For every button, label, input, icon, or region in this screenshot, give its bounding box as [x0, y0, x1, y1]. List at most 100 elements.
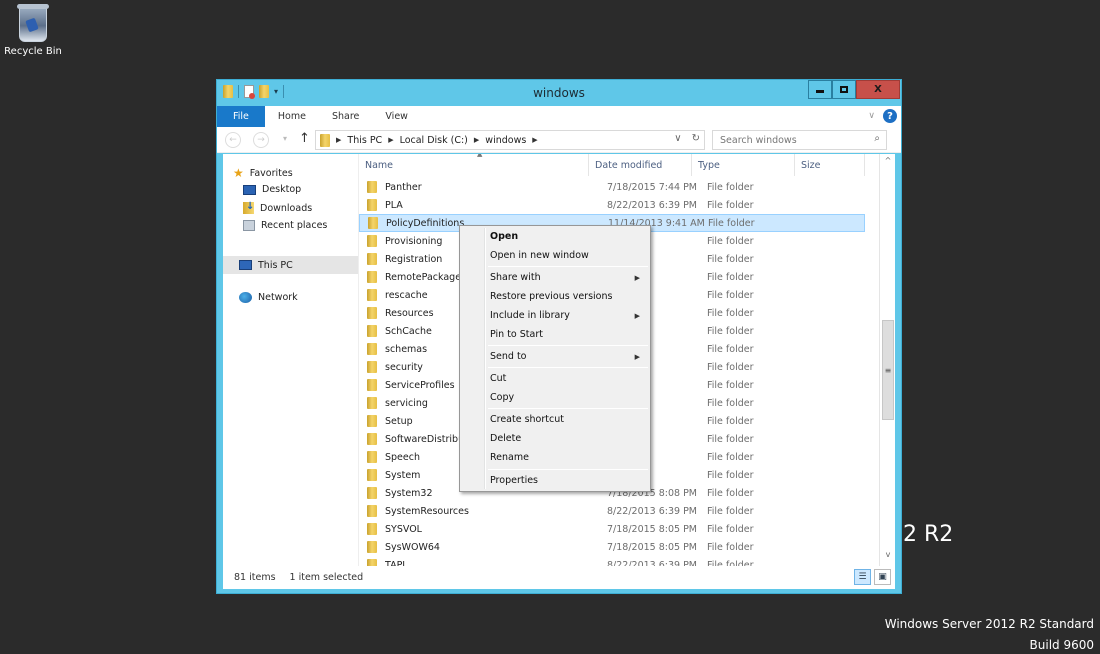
- column-header-type[interactable]: Type: [692, 154, 795, 176]
- back-button[interactable]: ←: [225, 132, 241, 148]
- recycle-bin[interactable]: Recycle Bin: [3, 4, 63, 57]
- folder-icon: [367, 343, 377, 355]
- breadcrumb-this-pc[interactable]: This PC: [347, 135, 382, 146]
- column-header-name[interactable]: ▲ Name: [359, 154, 589, 176]
- menu-item-rename[interactable]: Rename: [490, 448, 646, 467]
- file-type: File folder: [707, 469, 754, 481]
- details-view-button[interactable]: ☰: [854, 569, 871, 585]
- file-type: File folder: [707, 397, 754, 409]
- close-button[interactable]: X: [856, 80, 900, 99]
- search-placeholder[interactable]: Search windows: [720, 135, 797, 146]
- menu-item-pin-to-start[interactable]: Pin to Start: [490, 325, 646, 344]
- column-header-date-modified[interactable]: Date modified: [589, 154, 692, 176]
- details-view-icon: ☰: [858, 572, 867, 582]
- menu-item-properties[interactable]: Properties: [490, 471, 646, 490]
- vertical-scrollbar[interactable]: ^ ≡ v: [879, 154, 895, 566]
- file-row[interactable]: TAPI 8/22/2013 6:39 PM File folder: [359, 556, 865, 566]
- menu-item-send-to[interactable]: Send to ▶: [490, 347, 646, 366]
- file-type: File folder: [707, 541, 754, 553]
- folder-icon: [320, 133, 330, 147]
- status-bar: 81 items 1 item selected ☰ ▣: [223, 566, 895, 589]
- scrollbar-thumb[interactable]: ≡: [882, 320, 894, 420]
- breadcrumb-arrow-icon[interactable]: ▶: [474, 136, 479, 144]
- file-row[interactable]: SystemResources 8/22/2013 6:39 PM File fol…: [359, 502, 865, 520]
- file-row[interactable]: PLA 8/22/2013 6:39 PM File folder: [359, 196, 865, 214]
- menu-item-restore-previous-versions[interactable]: Restore previous versions: [490, 287, 646, 306]
- search-icon[interactable]: ⌕: [874, 133, 880, 144]
- menu-divider: [488, 367, 648, 368]
- tab-file[interactable]: File: [217, 106, 265, 127]
- folder-icon: [367, 451, 377, 463]
- navigation-pane: ★ Favorites Desktop Downloads Recent pla…: [223, 154, 359, 566]
- forward-button[interactable]: →: [253, 132, 269, 148]
- file-type: File folder: [707, 253, 754, 265]
- title-bar[interactable]: ▾ windows X: [217, 80, 901, 106]
- folder-icon: [367, 325, 377, 337]
- maximize-button[interactable]: [832, 80, 856, 99]
- up-arrow-icon[interactable]: ↑: [299, 131, 310, 146]
- refresh-icon[interactable]: ↻: [692, 133, 700, 144]
- file-type: File folder: [708, 217, 755, 229]
- tab-home[interactable]: Home: [265, 106, 319, 127]
- nav-downloads[interactable]: Downloads: [243, 201, 312, 214]
- minimize-button[interactable]: [808, 80, 832, 99]
- menu-item-cut[interactable]: Cut: [490, 369, 646, 388]
- expand-ribbon-icon[interactable]: ∨: [868, 111, 875, 121]
- folder-icon: [368, 217, 378, 229]
- minimize-icon: [816, 90, 824, 93]
- nav-recent-places[interactable]: Recent places: [243, 220, 327, 231]
- menu-item-open[interactable]: Open: [490, 227, 646, 246]
- menu-item-label: Send to: [490, 351, 527, 362]
- file-row[interactable]: SysWOW64 7/18/2015 8:05 PM File folder: [359, 538, 865, 556]
- breadcrumb-windows[interactable]: windows: [485, 135, 526, 146]
- tab-share[interactable]: Share: [319, 106, 372, 127]
- scroll-down-icon[interactable]: v: [880, 550, 896, 564]
- breadcrumb-arrow-icon[interactable]: ▶: [336, 136, 341, 144]
- close-icon: X: [874, 84, 882, 95]
- menu-item-label: Rename: [490, 452, 529, 463]
- menu-item-delete[interactable]: Delete: [490, 429, 646, 448]
- address-bar[interactable]: ▶ This PC ▶ Local Disk (C:) ▶ windows ▶ …: [315, 130, 705, 150]
- folder-icon: [367, 559, 377, 566]
- nav-favorites[interactable]: ★ Favorites: [233, 166, 293, 180]
- this-pc-icon: [239, 260, 252, 270]
- search-box[interactable]: Search windows ⌕: [712, 130, 887, 150]
- large-icons-view-button[interactable]: ▣: [874, 569, 891, 585]
- breadcrumb-local-disk[interactable]: Local Disk (C:): [400, 135, 468, 146]
- star-icon: ★: [233, 166, 244, 180]
- recent-locations-icon[interactable]: ▾: [283, 134, 287, 143]
- nav-network[interactable]: Network: [239, 292, 298, 303]
- selection-count: 1 item selected: [289, 572, 364, 583]
- column-header-size[interactable]: Size: [795, 154, 865, 176]
- address-dropdown-icon[interactable]: ∨: [674, 133, 681, 144]
- file-type: File folder: [707, 199, 754, 211]
- folder-icon: [367, 415, 377, 427]
- nav-label: Desktop: [262, 184, 302, 195]
- desktop-icon: [243, 184, 256, 195]
- nav-desktop[interactable]: Desktop: [243, 184, 301, 195]
- menu-item-label: Open: [490, 231, 519, 242]
- file-name: SYSVOL: [385, 523, 422, 535]
- menu-item-copy[interactable]: Copy: [490, 388, 646, 407]
- folder-icon: [367, 505, 377, 517]
- nav-label: Favorites: [249, 167, 293, 179]
- menu-item-include-in-library[interactable]: Include in library ▶: [490, 306, 646, 325]
- tab-view[interactable]: View: [372, 106, 421, 127]
- scroll-up-icon[interactable]: ^: [880, 156, 896, 170]
- file-type: File folder: [707, 307, 754, 319]
- context-menu: Open Open in new window Share with ▶ Restore…: [459, 225, 651, 492]
- help-icon[interactable]: ?: [883, 109, 897, 123]
- breadcrumb-arrow-icon[interactable]: ▶: [388, 136, 393, 144]
- menu-item-create-shortcut[interactable]: Create shortcut: [490, 410, 646, 429]
- file-row[interactable]: Panther 7/18/2015 7:44 PM File folder: [359, 178, 865, 196]
- menu-item-label: Include in library: [490, 310, 570, 321]
- menu-item-share-with[interactable]: Share with ▶: [490, 268, 646, 287]
- folder-icon: [367, 541, 377, 553]
- nav-label: Recent places: [261, 220, 328, 231]
- menu-item-open-in-new-window[interactable]: Open in new window: [490, 246, 646, 265]
- file-row[interactable]: SYSVOL 7/18/2015 8:05 PM File folder: [359, 520, 865, 538]
- file-type: File folder: [707, 505, 754, 517]
- breadcrumb-arrow-icon[interactable]: ▶: [532, 136, 537, 144]
- recent-places-icon: [243, 220, 255, 231]
- nav-this-pc[interactable]: This PC: [223, 256, 358, 274]
